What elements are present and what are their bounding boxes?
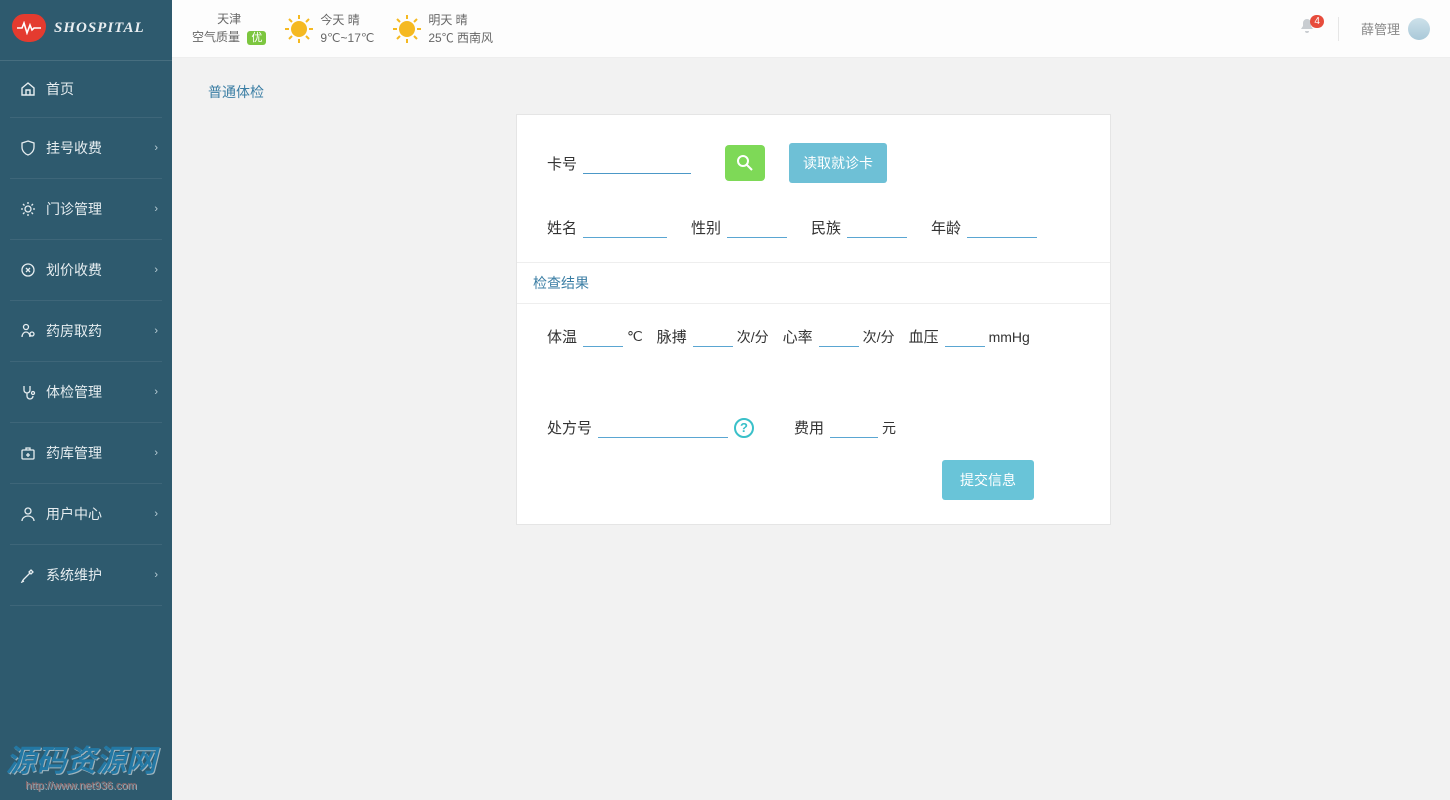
avatar — [1408, 18, 1430, 40]
today-temp: 9℃~17℃ — [320, 29, 374, 47]
section-header-results: 检查结果 — [517, 262, 1110, 304]
chevron-right-icon: › — [154, 264, 158, 276]
temp-input[interactable] — [583, 326, 623, 347]
fee-input[interactable] — [830, 417, 878, 438]
sidebar-item-label: 药库管理 — [46, 443, 102, 463]
chevron-right-icon: › — [154, 142, 158, 154]
sidebar-item-label: 门诊管理 — [46, 199, 102, 219]
sidebar-item-label: 系统维护 — [46, 565, 102, 585]
fee-label: 费用 — [794, 417, 824, 438]
prescription-input[interactable] — [598, 417, 728, 438]
card-no-label: 卡号 — [547, 153, 577, 174]
temp-label: 体温 — [547, 326, 577, 347]
sun-icon — [392, 14, 422, 44]
chevron-right-icon: › — [154, 325, 158, 337]
city-name: 天津 — [192, 10, 266, 28]
fee-unit: 元 — [882, 418, 896, 438]
air-quality: 空气质量 优 — [192, 28, 266, 47]
current-user[interactable]: 薛管理 — [1361, 18, 1430, 40]
bp-input[interactable] — [945, 326, 985, 347]
content: 普通体检 卡号 读取就诊卡 姓名 性 — [172, 58, 1450, 525]
shield-icon — [18, 140, 38, 156]
air-quality-badge: 优 — [247, 31, 266, 45]
sidebar-item-label: 挂号收费 — [46, 138, 102, 158]
name-input[interactable] — [583, 217, 667, 238]
sun-icon — [284, 14, 314, 44]
weather-panel: 天津 空气质量 优 今天 晴 9℃~17℃ 明天 晴 — [192, 10, 493, 47]
sidebar-item-system[interactable]: 系统维护 › — [10, 545, 162, 606]
chevron-right-icon: › — [154, 569, 158, 581]
sidebar-item-physical-exam[interactable]: 体检管理 › — [10, 362, 162, 423]
sidebar-item-label: 药房取药 — [46, 321, 102, 341]
chevron-right-icon: › — [154, 386, 158, 398]
sidebar-item-label: 用户中心 — [46, 504, 102, 524]
exam-form-card: 卡号 读取就诊卡 姓名 性别 民族 年龄 — [516, 114, 1111, 525]
stethoscope-icon — [18, 384, 38, 400]
heart-label: 心率 — [783, 326, 813, 347]
search-icon — [735, 153, 755, 173]
page-title: 普通体检 — [208, 82, 1450, 102]
submit-button[interactable]: 提交信息 — [942, 460, 1034, 500]
weather-today: 今天 晴 9℃~17℃ — [284, 11, 374, 47]
divider — [1338, 17, 1339, 41]
notif-badge: 4 — [1310, 15, 1324, 28]
sidebar-item-label: 首页 — [46, 79, 74, 99]
heart-unit: 次/分 — [863, 327, 895, 347]
ethnic-input[interactable] — [847, 217, 907, 238]
sidebar-item-outpatient[interactable]: 门诊管理 › — [10, 179, 162, 240]
age-label: 年龄 — [931, 217, 961, 238]
heart-input[interactable] — [819, 326, 859, 347]
tomorrow-label: 明天 晴 — [428, 11, 493, 29]
weather-tomorrow: 明天 晴 25℃ 西南风 — [392, 11, 493, 47]
sidebar-item-home[interactable]: 首页 — [10, 61, 162, 118]
home-icon — [18, 81, 38, 97]
name-label: 姓名 — [547, 217, 577, 238]
tools-icon — [18, 567, 38, 583]
notifications[interactable]: 4 — [1298, 17, 1316, 40]
card-no-input[interactable] — [583, 153, 691, 174]
sidebar-item-pharmacy[interactable]: 药房取药 › — [10, 301, 162, 362]
person-pill-icon — [18, 323, 38, 339]
age-input[interactable] — [967, 217, 1037, 238]
pulse-input[interactable] — [693, 326, 733, 347]
user-icon — [18, 506, 38, 522]
gear-icon — [18, 201, 38, 217]
watermark: 源码资源网 http://www.net936.com — [6, 736, 156, 792]
read-card-button[interactable]: 读取就诊卡 — [789, 143, 887, 183]
main-area: 天津 空气质量 优 今天 晴 9℃~17℃ 明天 晴 — [172, 0, 1450, 800]
help-icon[interactable]: ? — [734, 418, 754, 438]
price-icon — [18, 262, 38, 278]
today-label: 今天 晴 — [320, 11, 374, 29]
temp-unit: ℃ — [627, 328, 643, 345]
ethnic-label: 民族 — [811, 217, 841, 238]
sidebar-item-register-fee[interactable]: 挂号收费 › — [10, 118, 162, 179]
nav-menu: 首页 挂号收费 › 门诊管理 › 划价收费 › 药房取药 › — [0, 61, 172, 606]
gender-input[interactable] — [727, 217, 787, 238]
gender-label: 性别 — [691, 217, 721, 238]
sidebar-item-user-center[interactable]: 用户中心 › — [10, 484, 162, 545]
topbar: 天津 空气质量 优 今天 晴 9℃~17℃ 明天 晴 — [172, 0, 1450, 58]
chevron-right-icon: › — [154, 447, 158, 459]
brand-logo: SHOSPITAL — [0, 0, 172, 61]
tomorrow-detail: 25℃ 西南风 — [428, 29, 493, 47]
city-weather: 天津 空气质量 优 — [192, 10, 266, 47]
presc-label: 处方号 — [547, 417, 592, 438]
sidebar-item-pricing[interactable]: 划价收费 › — [10, 240, 162, 301]
brand-name: SHOSPITAL — [54, 20, 145, 37]
chevron-right-icon: › — [154, 508, 158, 520]
pulse-unit: 次/分 — [737, 327, 769, 347]
bp-unit: mmHg — [989, 329, 1030, 345]
search-button[interactable] — [725, 145, 765, 181]
heart-logo-icon — [12, 14, 46, 42]
sidebar-item-label: 划价收费 — [46, 260, 102, 280]
chevron-right-icon: › — [154, 203, 158, 215]
pulse-label: 脉搏 — [657, 326, 687, 347]
sidebar-item-label: 体检管理 — [46, 382, 102, 402]
sidebar-item-drug-store[interactable]: 药库管理 › — [10, 423, 162, 484]
bp-label: 血压 — [909, 326, 939, 347]
medkit-icon — [18, 445, 38, 461]
user-name: 薛管理 — [1361, 19, 1400, 38]
sidebar: SHOSPITAL 首页 挂号收费 › 门诊管理 › 划价收费 › — [0, 0, 172, 800]
